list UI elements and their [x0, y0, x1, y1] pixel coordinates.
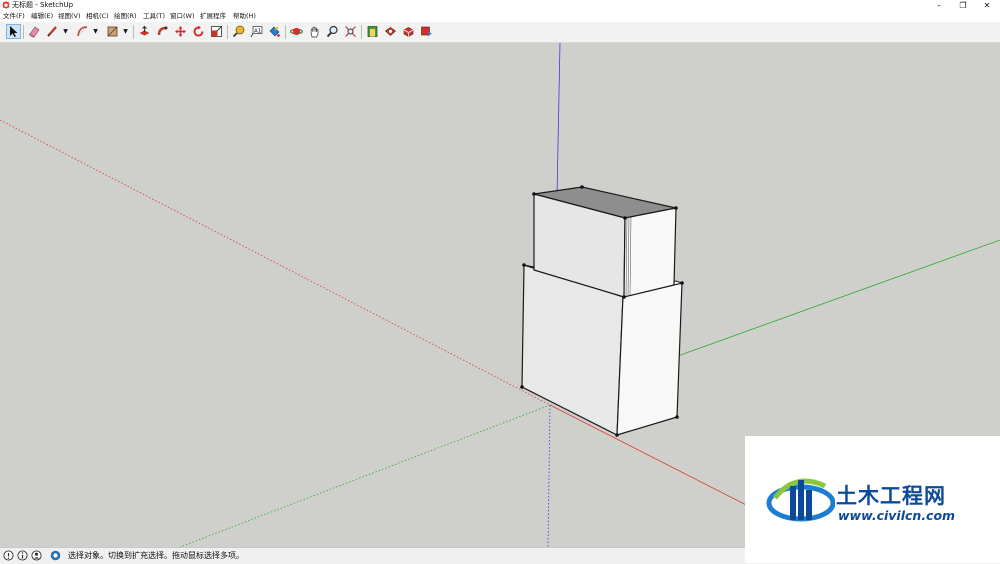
- eraser-tool-button[interactable]: [27, 24, 42, 39]
- toolbar-separator: [227, 25, 228, 39]
- user-icon[interactable]: [31, 550, 42, 561]
- menu-window[interactable]: 窗口(W): [170, 11, 195, 22]
- warehouse-icon: [367, 26, 378, 37]
- info-icon[interactable]: [3, 550, 14, 561]
- status-message: 选择对象。切换到扩充选择。拖动鼠标选择多项。: [68, 551, 244, 560]
- menu-view[interactable]: 视图(V): [58, 11, 81, 22]
- menu-help[interactable]: 帮助(H): [233, 11, 256, 22]
- components-button[interactable]: [401, 24, 416, 39]
- select-icon: [10, 26, 18, 37]
- menu-bar: 文件(F) 编辑(E) 视图(V) 相机(C) 绘图(R) 工具(T) 窗口(W…: [0, 11, 1000, 22]
- tape-measure-tool-button[interactable]: [231, 24, 246, 39]
- sandbox-icon: [421, 26, 432, 37]
- close-button[interactable]: ✕: [975, 0, 999, 11]
- select-tool-button[interactable]: [6, 24, 21, 39]
- minimize-button[interactable]: –: [927, 0, 951, 11]
- main-toolbar: ▼ ▼ ▼ A1: [0, 22, 1000, 43]
- menu-camera[interactable]: 相机(C): [86, 11, 109, 22]
- menu-extensions[interactable]: 扩展程序: [200, 11, 226, 22]
- credits-icon[interactable]: [17, 550, 28, 561]
- menu-tools[interactable]: 工具(T): [143, 11, 165, 22]
- line-tool-button[interactable]: [45, 24, 60, 39]
- line-icon: [47, 26, 57, 37]
- window-title: 无标题 - SketchUp: [12, 1, 74, 9]
- civilcn-logo-icon: [766, 478, 835, 522]
- svg-text:A1: A1: [254, 28, 261, 34]
- tape-measure-icon: [232, 25, 245, 38]
- rotate-tool-button[interactable]: [191, 24, 206, 39]
- zoom-extents-tool-button[interactable]: [343, 24, 358, 39]
- follow-me-icon: [157, 26, 168, 36]
- zoom-icon: [326, 25, 338, 38]
- extension-warehouse-icon: [385, 27, 396, 36]
- zoom-tool-button[interactable]: [325, 24, 340, 39]
- paint-bucket-tool-button[interactable]: [267, 24, 282, 39]
- upper-box-right-face[interactable]: [623, 207, 677, 298]
- eraser-icon: [29, 26, 40, 38]
- push-pull-tool-button[interactable]: [137, 24, 152, 39]
- maximize-button[interactable]: ❐: [951, 0, 975, 11]
- arc-dropdown[interactable]: ▼: [92, 27, 99, 37]
- text-icon: A1: [250, 26, 263, 38]
- title-bar: 无标题 - SketchUp – ❐ ✕: [0, 0, 1000, 11]
- menu-draw[interactable]: 绘图(R): [114, 11, 137, 22]
- shape-icon: [107, 26, 118, 37]
- arc-icon: [77, 26, 88, 37]
- follow-me-tool-button[interactable]: [155, 24, 170, 39]
- orbit-tool-button[interactable]: [289, 24, 304, 39]
- scale-icon: [211, 26, 222, 37]
- toolbar-separator: [23, 25, 24, 39]
- menu-file[interactable]: 文件(F): [3, 11, 25, 22]
- watermark-url: www.civilcn.com: [838, 508, 956, 523]
- toolbar-separator: [133, 25, 134, 39]
- push-pull-icon: [139, 25, 150, 36]
- watermark-logo: 土木工程网 www.civilcn.com: [745, 436, 1000, 563]
- sandbox-button[interactable]: [419, 24, 434, 39]
- toolbar-separator: [285, 25, 286, 39]
- pan-icon: [310, 26, 319, 38]
- move-tool-button[interactable]: [173, 24, 188, 39]
- lower-box-right-face[interactable]: [616, 282, 683, 436]
- 3d-warehouse-button[interactable]: [365, 24, 380, 39]
- zoom-extents-icon: [345, 26, 356, 37]
- watermark-name: 土木工程网: [836, 484, 946, 508]
- shape-dropdown[interactable]: ▼: [122, 27, 129, 37]
- toolbar-separator: [361, 25, 362, 39]
- scale-tool-button[interactable]: [209, 24, 224, 39]
- orbit-icon: [290, 27, 303, 36]
- paint-bucket-icon: [269, 26, 280, 37]
- help-icon[interactable]: [50, 550, 61, 561]
- move-icon: [175, 26, 186, 37]
- components-icon: [403, 27, 414, 37]
- extension-warehouse-button[interactable]: [383, 24, 398, 39]
- text-tool-button[interactable]: A1: [249, 24, 264, 39]
- menu-edit[interactable]: 编辑(E): [31, 11, 53, 22]
- shape-tool-button[interactable]: [105, 24, 120, 39]
- rotate-icon: [193, 25, 204, 37]
- arc-tool-button[interactable]: [75, 24, 90, 39]
- sketchup-app-icon: [2, 1, 10, 9]
- line-dropdown[interactable]: ▼: [62, 27, 69, 37]
- pan-tool-button[interactable]: [307, 24, 322, 39]
